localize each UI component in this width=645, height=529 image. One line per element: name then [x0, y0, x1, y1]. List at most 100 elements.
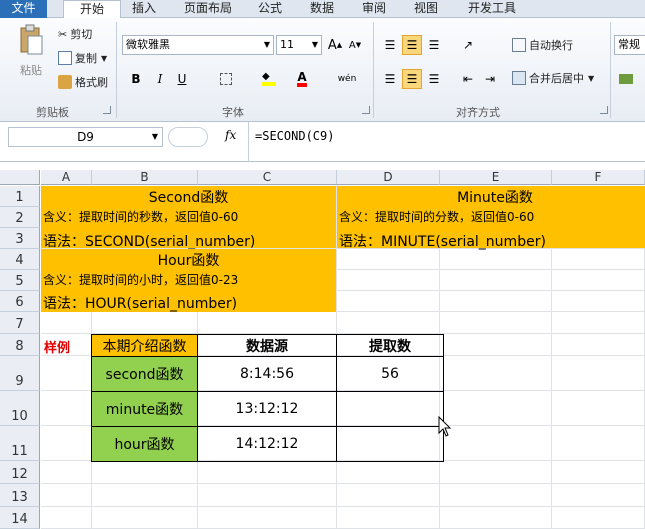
tab-file[interactable]: 文件: [0, 0, 47, 18]
tab-developer[interactable]: 开发工具: [460, 0, 524, 18]
wrap-text-button[interactable]: 自动换行: [512, 37, 573, 53]
column-header[interactable]: C: [198, 170, 337, 185]
table-header-function[interactable]: 本期介绍函数: [91, 334, 198, 357]
paste-icon: [20, 24, 43, 55]
cut-label: 剪切: [70, 28, 93, 41]
table-cell-func[interactable]: minute函数: [91, 391, 198, 427]
row-header[interactable]: 3: [0, 228, 40, 249]
cut-button[interactable]: ✂ 剪切: [58, 26, 92, 42]
tab-review[interactable]: 审阅: [354, 0, 394, 18]
currency-icon: [619, 74, 633, 84]
sample-label: 样例: [44, 341, 71, 356]
format-painter-button[interactable]: 格式刷: [58, 74, 108, 90]
brush-icon: [58, 75, 72, 89]
paste-label: 粘贴: [20, 64, 42, 77]
decrease-indent-button[interactable]: ⇤: [458, 69, 478, 89]
align-middle-button[interactable]: ☰: [402, 35, 422, 55]
formula-input[interactable]: =SECOND(C9): [255, 129, 334, 143]
font-group-label: 字体: [222, 106, 244, 119]
align-top-button[interactable]: ☰: [380, 35, 400, 55]
alignment-group-label: 对齐方式: [456, 106, 500, 119]
font-name-select[interactable]: 微软雅黑 ▼: [122, 35, 274, 55]
formula-bar-scroll[interactable]: [168, 127, 208, 147]
row-header[interactable]: 2: [0, 207, 40, 228]
group-divider: [373, 22, 374, 118]
tab-home[interactable]: 开始: [63, 0, 121, 19]
row-header[interactable]: 6: [0, 291, 40, 312]
insert-function-icon[interactable]: fx: [225, 128, 236, 142]
shrink-font-button[interactable]: A ▼: [345, 35, 365, 55]
table-cell-source[interactable]: 14:12:12: [197, 426, 337, 462]
chevron-down-icon: ▼: [588, 73, 595, 83]
borders-button[interactable]: [216, 69, 236, 89]
formula-divider: [248, 122, 249, 162]
row-header[interactable]: 14: [0, 507, 40, 529]
paste-button[interactable]: 粘贴: [14, 24, 48, 78]
row-header[interactable]: 13: [0, 484, 40, 507]
orientation-button[interactable]: ↗: [458, 35, 478, 55]
tab-view[interactable]: 视图: [406, 0, 446, 18]
shrink-font-icon: A: [348, 39, 356, 51]
font-color-button[interactable]: A: [292, 69, 312, 89]
column-header[interactable]: F: [552, 170, 645, 185]
row-header[interactable]: 12: [0, 461, 40, 484]
italic-button[interactable]: I: [150, 69, 170, 89]
tab-formulas[interactable]: 公式: [250, 0, 290, 18]
row-header[interactable]: 7: [0, 312, 40, 334]
row-header[interactable]: 11: [0, 426, 40, 461]
table-cell-result[interactable]: [336, 426, 444, 462]
fill-color-button[interactable]: ◆: [259, 69, 279, 89]
align-center-button[interactable]: ☰: [402, 69, 422, 89]
font-size-select[interactable]: 11 ▼: [276, 35, 322, 55]
table-header-source[interactable]: 数据源: [197, 334, 337, 357]
align-left-button[interactable]: ☰: [380, 69, 400, 89]
chevron-down-icon: ▼: [151, 132, 158, 141]
second-card-desc: 含义：提取时间的秒数，返回值0-60: [43, 210, 239, 224]
column-header[interactable]: B: [92, 170, 198, 185]
bold-button[interactable]: B: [126, 69, 146, 89]
mouse-cursor-icon: [438, 416, 452, 437]
font-launcher-icon[interactable]: [362, 106, 370, 114]
table-cell-func[interactable]: hour函数: [91, 426, 198, 462]
table-cell-func[interactable]: second函数: [91, 356, 198, 392]
merge-center-button[interactable]: 合并后居中 ▼: [512, 70, 594, 86]
accounting-format-button[interactable]: [616, 69, 636, 89]
column-header[interactable]: E: [440, 170, 552, 185]
align-bottom-button[interactable]: ☰: [424, 35, 444, 55]
column-header[interactable]: A: [41, 170, 92, 185]
align-right-button[interactable]: ☰: [424, 69, 444, 89]
tab-data[interactable]: 数据: [302, 0, 342, 18]
copy-icon: [58, 51, 72, 65]
select-all-corner[interactable]: [0, 170, 40, 185]
row-header[interactable]: 8: [0, 334, 40, 356]
align-left-icon: ☰: [384, 72, 396, 86]
tab-insert[interactable]: 插入: [124, 0, 164, 18]
cell-reference: D9: [77, 130, 94, 144]
orientation-icon: ↗: [462, 38, 474, 52]
grow-font-button[interactable]: A ▲: [325, 35, 345, 55]
indent-decrease-icon: ⇤: [462, 72, 474, 86]
copy-button[interactable]: 复制 ▼: [58, 50, 107, 66]
underline-button[interactable]: U: [172, 69, 192, 89]
number-format-select[interactable]: 常规: [614, 35, 645, 55]
table-cell-result[interactable]: [336, 391, 444, 427]
table-cell-source[interactable]: 13:12:12: [197, 391, 337, 427]
row-header[interactable]: 9: [0, 356, 40, 391]
tab-page-layout[interactable]: 页面布局: [176, 0, 240, 18]
scissors-icon: ✂: [58, 27, 68, 41]
row-header[interactable]: 1: [0, 186, 40, 207]
phonetic-button[interactable]: wén: [337, 69, 357, 89]
table-header-result[interactable]: 提取数: [336, 334, 444, 357]
row-header[interactable]: 5: [0, 270, 40, 291]
row-header[interactable]: 10: [0, 391, 40, 426]
clipboard-launcher-icon[interactable]: [103, 106, 111, 114]
second-card-title: Second函数: [148, 190, 229, 206]
row-header[interactable]: 4: [0, 249, 40, 270]
hour-card-title: Hour函数: [157, 253, 220, 269]
increase-indent-button[interactable]: ⇥: [480, 69, 500, 89]
table-cell-result[interactable]: 56: [336, 356, 444, 392]
name-box[interactable]: D9 ▼: [8, 127, 163, 147]
alignment-launcher-icon[interactable]: [600, 106, 608, 114]
table-cell-source[interactable]: 8:14:56: [197, 356, 337, 392]
column-header[interactable]: D: [337, 170, 440, 185]
